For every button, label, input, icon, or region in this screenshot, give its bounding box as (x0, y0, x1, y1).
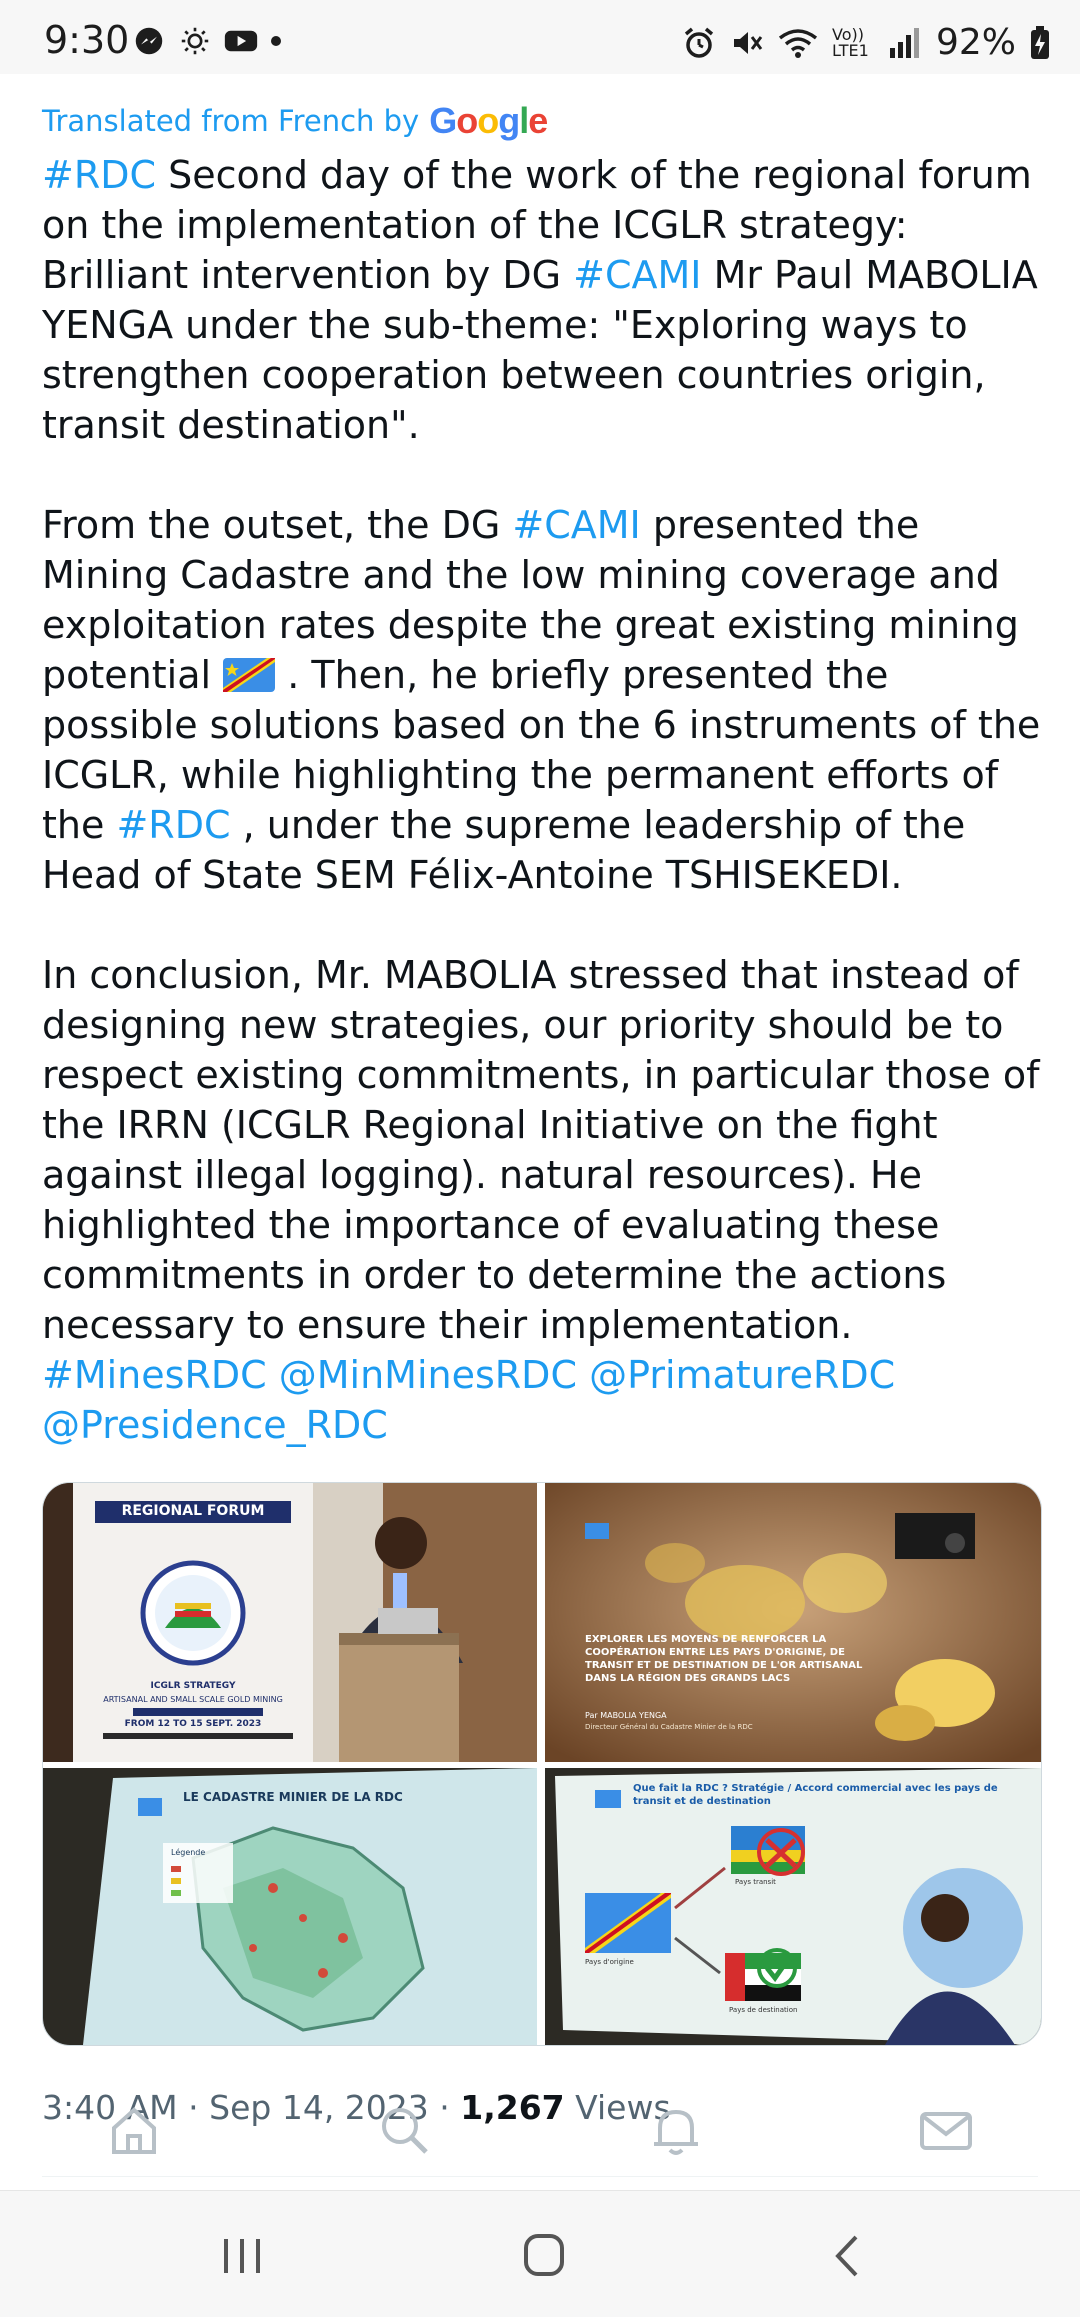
tweet-paragraph-2: From the outset, the DG #CAMI presented … (42, 500, 1042, 900)
recent-apps-icon[interactable] (212, 2231, 272, 2281)
hashtag-rdc[interactable]: #RDC (42, 153, 156, 197)
messages-icon[interactable] (916, 2100, 976, 2160)
volte-label: Vo)) LTE1 (831, 24, 869, 60)
hashtag-rdc[interactable]: #RDC (116, 803, 230, 847)
transit-country-label: Pays transit (735, 1878, 776, 1886)
tweet-text-segment: In conclusion, Mr. MABOLIA stressed that… (42, 953, 1040, 1347)
status-left-icons (132, 26, 282, 56)
tweet-text: #RDC Second day of the work of the regio… (42, 150, 1042, 1450)
messenger-icon (135, 27, 163, 55)
mention-minminesrdc[interactable]: @MinMinesRDC (279, 1353, 577, 1397)
mention-primaturerdc[interactable]: @PrimatureRDC (589, 1353, 895, 1397)
origin-country-label: Pays d'origine (585, 1958, 634, 1966)
slide-title-text: EXPLORER LES MOYENS DE RENFORCER LA COOP… (585, 1634, 863, 1684)
photo-gold-slide-image (545, 1483, 1041, 1762)
photo-trade-strategy-slide[interactable]: Que fait la RDC ? Stratégie / Accord com… (545, 1768, 1041, 2045)
hashtag-cami[interactable]: #CAMI (573, 253, 701, 297)
destination-country-label: Pays de destination (729, 2006, 798, 2014)
status-bar: 9:30 Vo)) LTE1 92% (0, 0, 1080, 74)
slide-presenter-role-text: Directeur Général du Cadastre Minier de … (585, 1723, 753, 1731)
forum-dates-text: FROM 12 TO 15 SEPT. 2023 (124, 1719, 262, 1729)
battery-charging-icon (1031, 25, 1049, 59)
tweet-paragraph-1: #RDC Second day of the work of the regio… (42, 150, 1042, 450)
system-nav-bar (0, 2190, 1080, 2317)
divider (42, 2176, 1038, 2177)
tweet-text-segment: From the outset, the DG (42, 503, 513, 547)
status-time: 9:30 (44, 18, 130, 62)
mention-presidence-rdc[interactable]: @Presidence_RDC (42, 1403, 388, 1447)
translation-notice[interactable]: Translated from French by Google (42, 100, 548, 142)
photo-trade-strategy-slide-image (545, 1768, 1041, 2045)
hashtag-cami[interactable]: #CAMI (512, 503, 640, 547)
dot-icon (271, 36, 281, 46)
strategy-text: ICGLR STRATEGY (150, 1681, 236, 1691)
bottom-tab-bar (0, 2086, 1080, 2186)
alarm-icon (684, 27, 714, 58)
hashtag-minesrdc[interactable]: #MinesRDC (42, 1353, 267, 1397)
home-icon[interactable] (104, 2100, 164, 2160)
map-legend-title-text: Légende (171, 1848, 206, 1857)
photo-speaker-podium[interactable]: REGIONAL FORUM ICGLR STRATEGY ARTISANAL … (43, 1483, 537, 1762)
slide-presenter-text: Par MABOLIA YENGA (585, 1711, 667, 1720)
forum-banner-text: REGIONAL FORUM (121, 1503, 265, 1519)
tweet-paragraph-3: In conclusion, Mr. MABOLIA stressed that… (42, 950, 1042, 1450)
drc-flag-emoji-icon (223, 658, 276, 692)
trade-slide-title-text: Que fait la RDC ? Stratégie / Accord com… (633, 1783, 998, 1807)
translation-label: Translated from French by (42, 104, 420, 138)
mute-icon (733, 31, 763, 54)
photo-gold-slide[interactable]: EXPLORER LES MOYENS DE RENFORCER LA COOP… (545, 1483, 1041, 1762)
map-title-text: LE CADASTRE MINIER DE LA RDC (183, 1790, 403, 1804)
brightness-icon (181, 27, 209, 55)
strategy-subtitle-text: ARTISANAL AND SMALL SCALE GOLD MINING (103, 1695, 283, 1704)
youtube-icon (224, 30, 258, 52)
back-icon[interactable] (818, 2231, 878, 2281)
google-logo: Google (429, 100, 548, 141)
search-icon[interactable] (374, 2100, 434, 2160)
signal-icon (889, 27, 919, 58)
battery-percent: 92% (935, 22, 1016, 63)
status-right-icons: Vo)) LTE1 92% (682, 22, 1050, 63)
home-button-icon[interactable] (514, 2231, 574, 2281)
media-grid: REGIONAL FORUM ICGLR STRATEGY ARTISANAL … (42, 1482, 1042, 2046)
photo-mining-cadastre-map[interactable]: LE CADASTRE MINIER DE LA RDC Légende (43, 1768, 537, 2045)
wifi-icon (778, 28, 818, 58)
photo-mining-cadastre-map-image (43, 1768, 537, 2045)
notifications-icon[interactable] (646, 2100, 706, 2160)
